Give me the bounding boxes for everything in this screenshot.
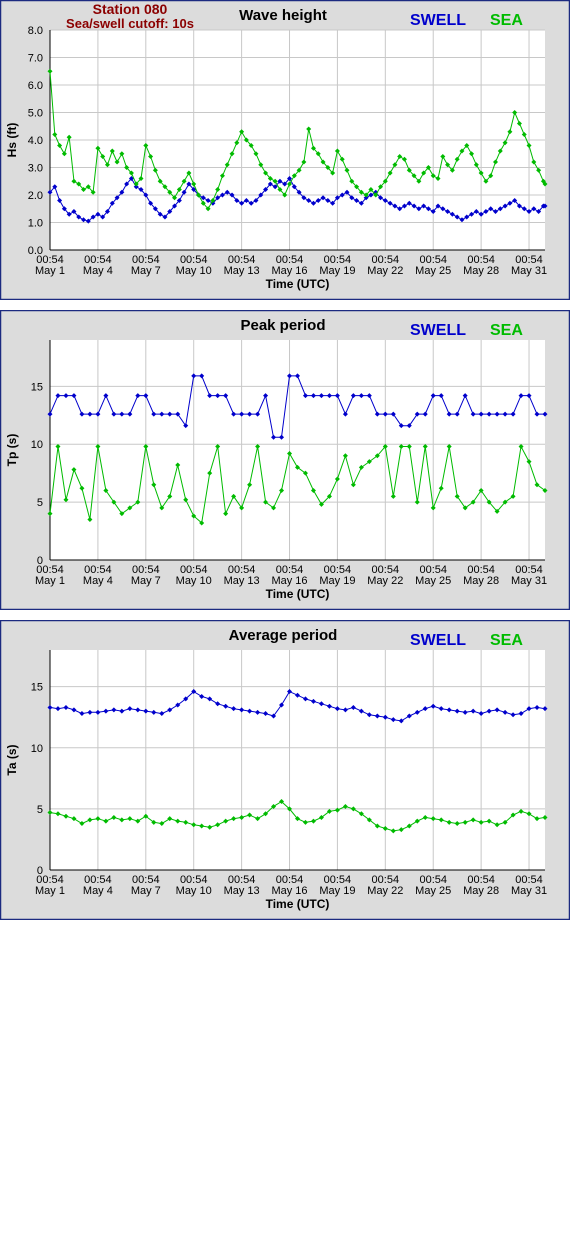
x-axis-label: Time (UTC) [266, 587, 330, 601]
legend-sea: SEA [490, 632, 523, 649]
wave-height-panel: 0.0 1.0 2.0 3.0 4.0 5.0 6.0 7.0 8.0 00:54 May 1 00:… [0, 0, 570, 310]
x-tick-date: May 22 [367, 885, 403, 897]
x-tick-date: May 10 [176, 575, 212, 587]
x-tick-date: May 22 [367, 265, 403, 277]
x-tick-date: May 10 [176, 265, 212, 277]
x-tick-date: May 28 [463, 575, 499, 587]
y-tick-label: 5 [37, 497, 43, 509]
x-tick-date: May 19 [319, 575, 355, 587]
x-tick-date: May 25 [415, 575, 451, 587]
x-tick-date: May 4 [83, 265, 113, 277]
legend-swell: SWELL [410, 322, 466, 339]
x-tick-date: May 7 [131, 885, 161, 897]
x-tick-date: May 1 [35, 575, 65, 587]
x-tick-date: May 31 [511, 575, 547, 587]
x-tick-date: May 16 [271, 575, 307, 587]
x-tick-date: May 28 [463, 885, 499, 897]
x-tick-date: May 25 [415, 885, 451, 897]
x-tick-date: May 22 [367, 575, 403, 587]
y-axis-label: Tp (s) [5, 434, 19, 467]
y-tick-label: 8.0 [28, 25, 43, 37]
x-tick-date: May 19 [319, 265, 355, 277]
x-tick-date: May 4 [83, 575, 113, 587]
x-tick-date: May 31 [511, 885, 547, 897]
y-tick-label: 10 [31, 439, 43, 451]
plot-area [50, 340, 545, 560]
x-tick-date: May 16 [271, 885, 307, 897]
x-tick-date: May 31 [511, 265, 547, 277]
x-tick-date: May 13 [224, 265, 260, 277]
y-tick-label: 2.0 [28, 190, 43, 202]
x-axis-label: Time (UTC) [266, 897, 330, 911]
x-tick-date: May 16 [271, 265, 307, 277]
y-tick-label: 15 [31, 682, 43, 694]
legend-swell: SWELL [410, 12, 466, 29]
x-tick-date: May 28 [463, 265, 499, 277]
x-tick-date: May 25 [415, 265, 451, 277]
y-tick-label: 4.0 [28, 135, 43, 147]
legend-sea: SEA [490, 12, 523, 29]
y-tick-label: 5.0 [28, 108, 43, 120]
y-axis-label: Hs (ft) [5, 123, 19, 158]
y-tick-label: 5 [37, 804, 43, 816]
x-tick-date: May 1 [35, 265, 65, 277]
x-tick-date: May 1 [35, 885, 65, 897]
x-axis-label: Time (UTC) [266, 277, 330, 291]
station-name: Station 080 [93, 1, 168, 17]
legend-sea: SEA [490, 322, 523, 339]
y-tick-label: 1.0 [28, 218, 43, 230]
plot-area [50, 650, 545, 870]
legend-swell: SWELL [410, 632, 466, 649]
chart-title: Average period [229, 627, 338, 644]
y-tick-label: 7.0 [28, 53, 43, 65]
x-tick-date: May 7 [131, 575, 161, 587]
average-period-chart: 05101500:54May 100:54May 400:54May 700:5… [0, 620, 570, 920]
chart-title: Wave height [239, 7, 327, 24]
y-tick-label: 6.0 [28, 80, 43, 92]
y-tick-label: 15 [31, 381, 43, 393]
peak-period-chart: 05101500:54May 100:54May 400:54May 700:5… [0, 310, 570, 610]
x-tick-date: May 19 [319, 885, 355, 897]
x-tick-date: May 10 [176, 885, 212, 897]
x-tick-date: May 4 [83, 885, 113, 897]
x-tick-date: May 13 [224, 885, 260, 897]
y-axis-label: Ta (s) [5, 744, 19, 775]
sea-swell-cutoff: Sea/swell cutoff: 10s [66, 16, 194, 31]
peak-period-panel: 0 5 10 15 00:54 May 1 00:54 May 4 00:54 May 7 00:5… [0, 310, 570, 620]
y-tick-label: 3.0 [28, 163, 43, 175]
chart-title: Peak period [240, 317, 325, 334]
average-period-panel: 0 5 10 15 00:54 May 1 00:54 May 4 00:54 May 7 00:5… [0, 620, 570, 930]
y-tick-label: 10 [31, 743, 43, 755]
x-tick-date: May 13 [224, 575, 260, 587]
x-tick-date: May 7 [131, 265, 161, 277]
wave-height-chart: 0.01.02.03.04.05.06.07.08.000:54May 100:… [0, 0, 570, 300]
